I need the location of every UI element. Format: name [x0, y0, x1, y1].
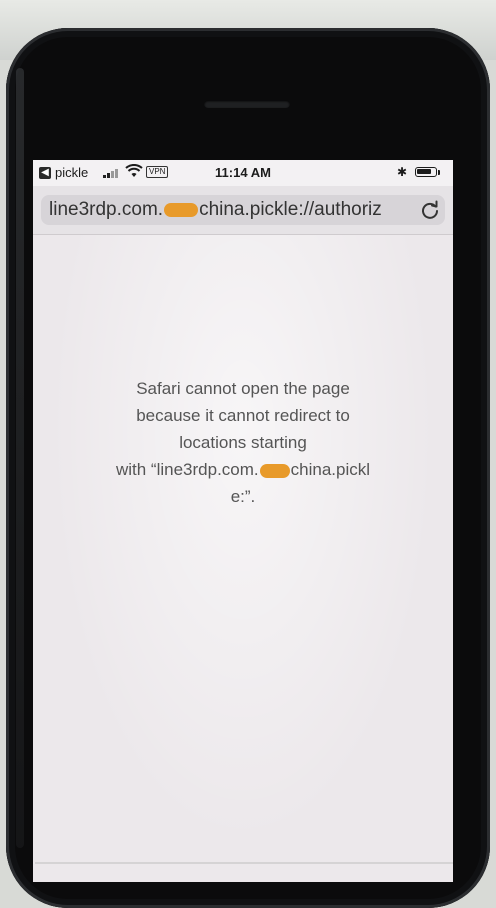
reload-icon[interactable] [417, 197, 443, 223]
redaction-mark [259, 463, 290, 478]
url-text: line3rdp.com. china.pickle://authoriz [49, 199, 409, 221]
error-line-5: e:”. [230, 487, 256, 506]
error-message: Safari cannot open the page because it c… [79, 375, 407, 510]
error-line-4: with “line3rdp.com. china.pickl [79, 456, 407, 483]
bumper-shine [16, 68, 24, 848]
phone-screen: ◀ pickle VPN 11:14 AM ✱ line3rdp.com. chi… [33, 160, 453, 882]
error-line-1: Safari cannot open the page [136, 379, 350, 398]
redaction-mark [164, 202, 199, 217]
error-line-4-suffix: china.pickl [290, 460, 371, 479]
screen-bottom-edge [35, 862, 453, 864]
error-line-2: because it cannot redirect to [136, 406, 350, 425]
address-bar: line3rdp.com. china.pickle://authoriz [33, 186, 453, 235]
battery-level [417, 169, 431, 174]
url-field[interactable]: line3rdp.com. china.pickle://authoriz [41, 195, 445, 225]
earpiece-speaker [204, 100, 290, 108]
battery-tip [438, 170, 440, 175]
url-part-1: line3rdp.com. [49, 199, 164, 220]
bluetooth-icon: ✱ [397, 165, 408, 179]
error-line-3: locations starting [179, 433, 307, 452]
error-line-4-prefix: with “line3rdp.com. [115, 460, 259, 479]
status-bar: ◀ pickle VPN 11:14 AM ✱ [33, 160, 453, 186]
web-content: Safari cannot open the page because it c… [33, 235, 453, 882]
url-part-2: china.pickle://authoriz [199, 199, 382, 220]
battery-icon [415, 167, 437, 177]
status-time: 11:14 AM [215, 165, 271, 180]
